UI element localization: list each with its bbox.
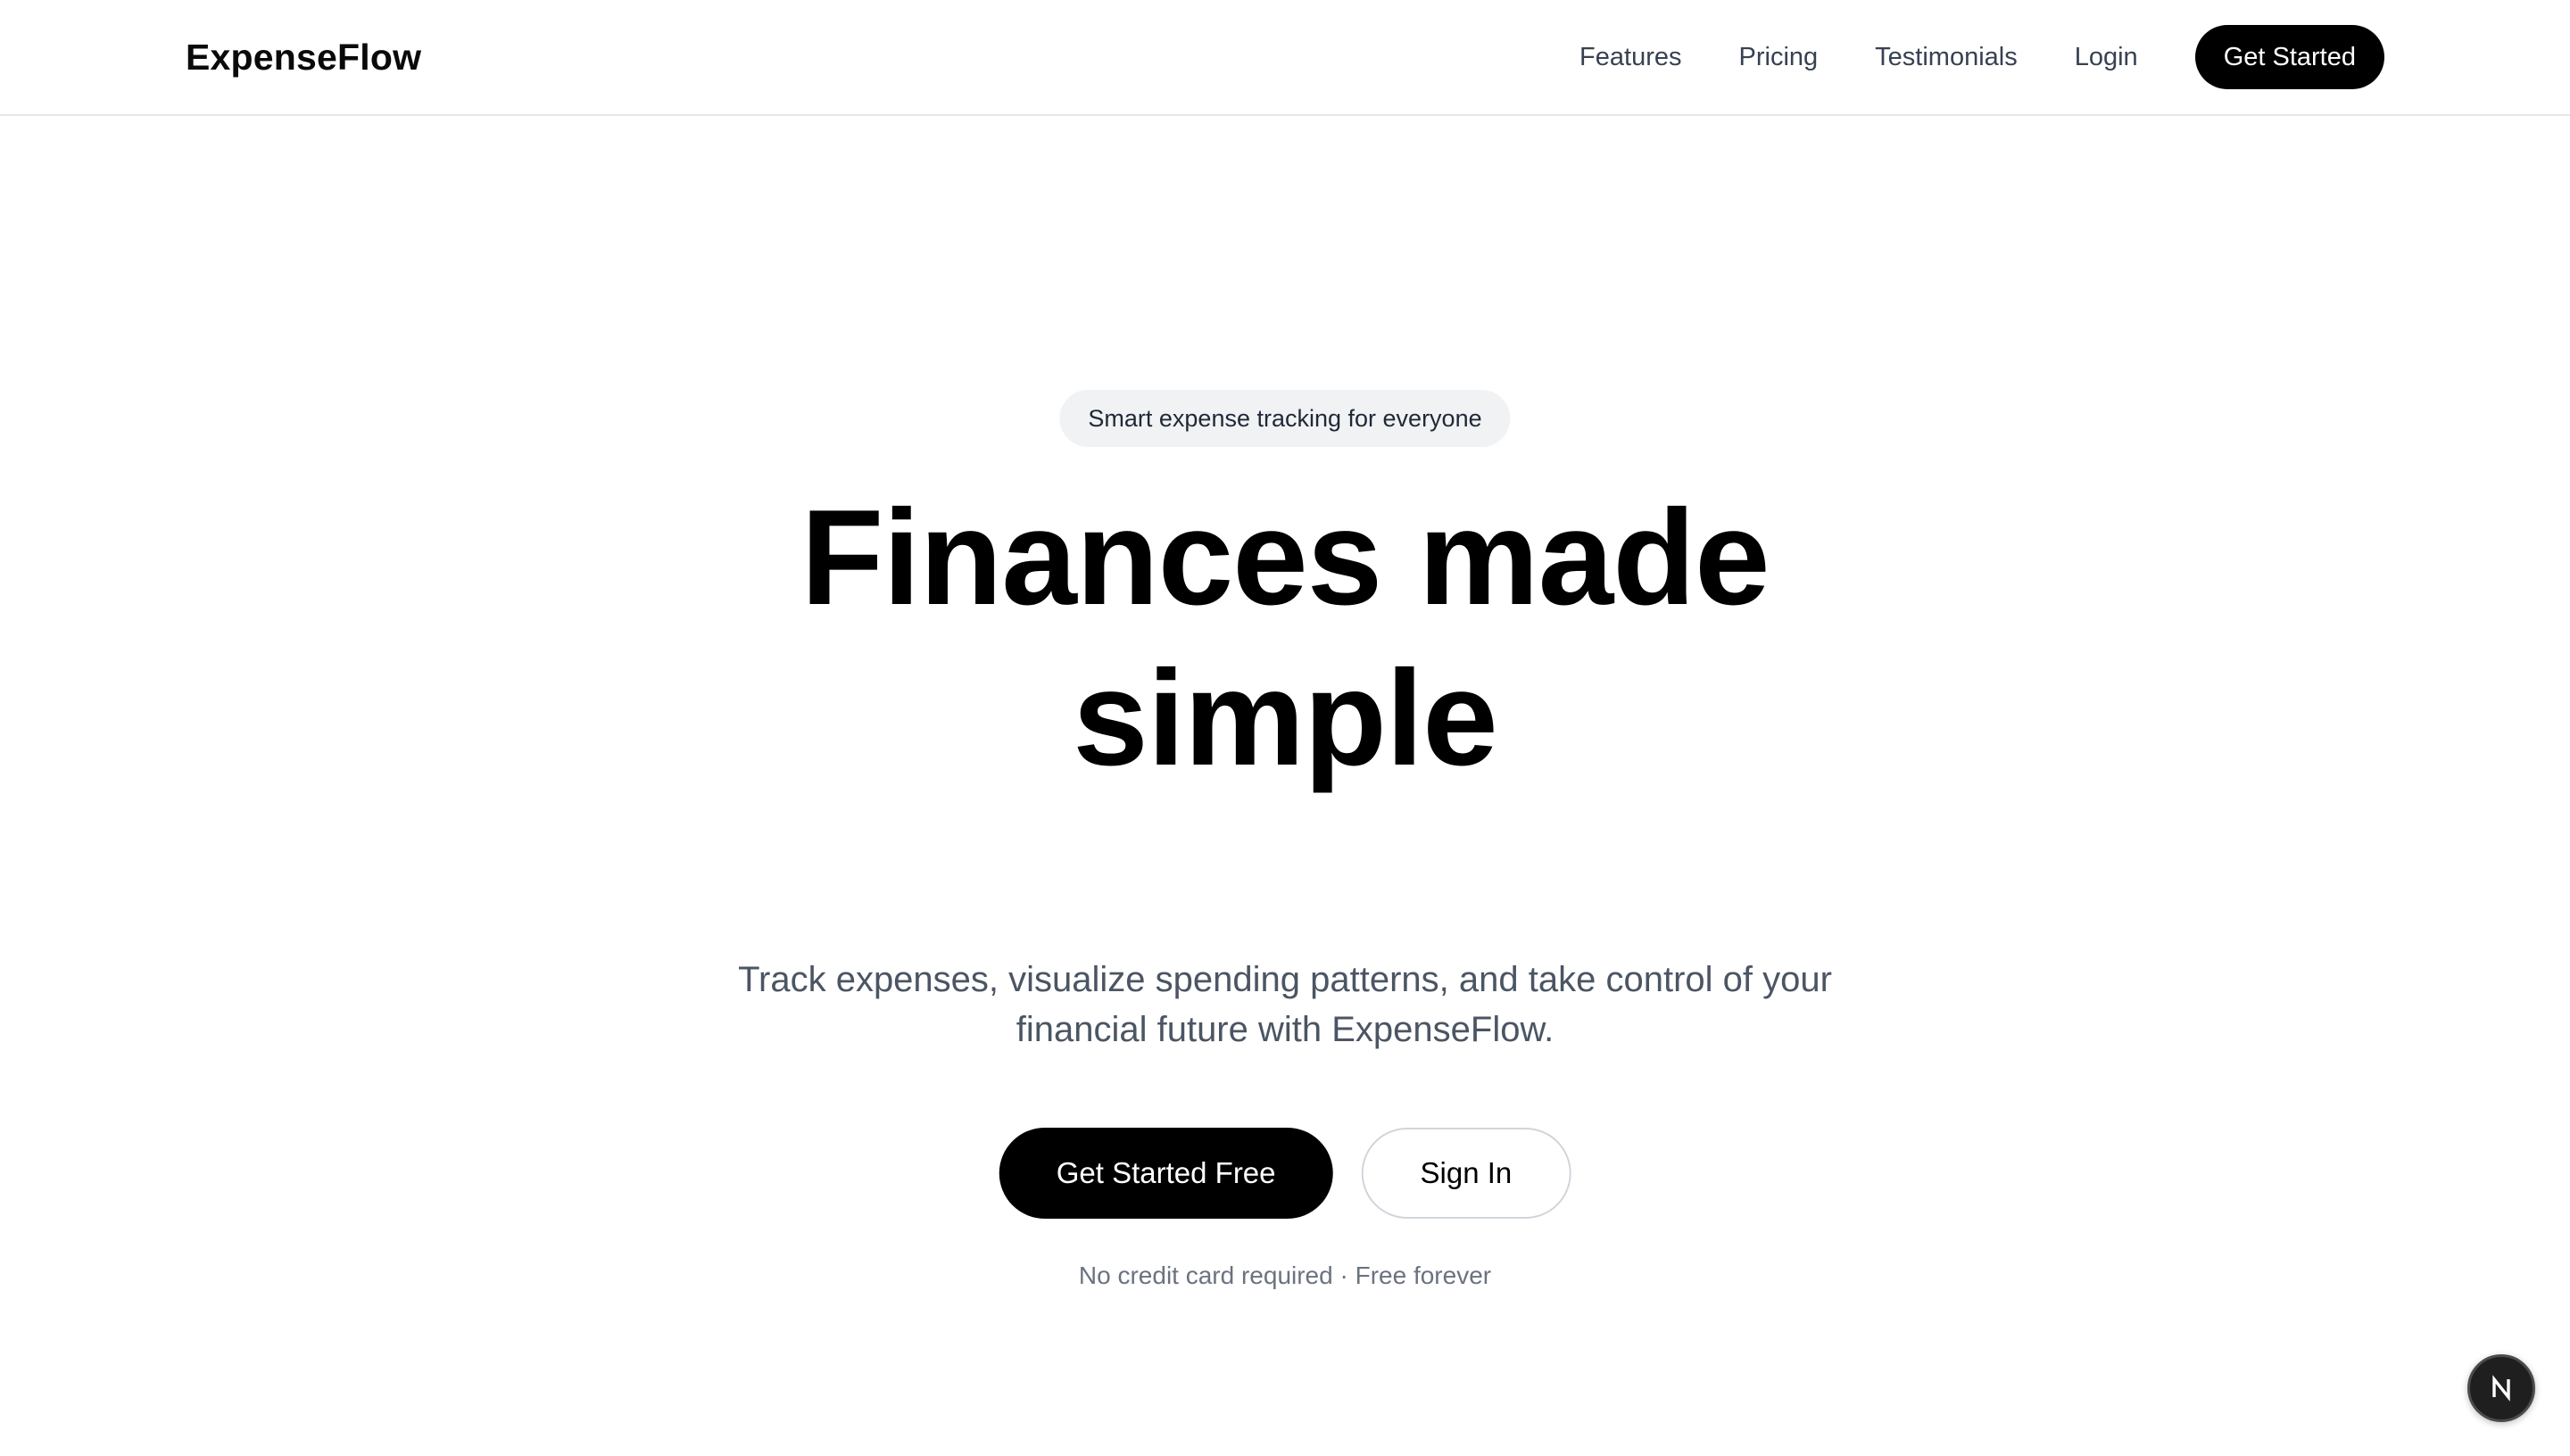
subheadline-line-1: Track expenses, visualize spending patte… — [738, 960, 1832, 999]
get-started-button[interactable]: Get Started — [2194, 25, 2384, 89]
nav-links: Features Pricing Testimonials Login Get … — [1579, 24, 2384, 90]
hero-headline: Finances made simple — [660, 477, 1910, 798]
top-navbar: ExpenseFlow Features Pricing Testimonial… — [0, 0, 2570, 116]
nav-link-testimonials[interactable]: Testimonials — [1875, 43, 2018, 72]
headline-line-1: Finances made — [800, 482, 1770, 633]
get-started-free-button[interactable]: Get Started Free — [999, 1128, 1333, 1219]
hero-fineprint: No credit card required · Free forever — [1078, 1262, 1492, 1289]
brand-logo[interactable]: ExpenseFlow — [186, 34, 421, 80]
nextjs-logo-icon — [2492, 1375, 2510, 1402]
headline-line-2: simple — [1073, 642, 1498, 794]
nav-link-login[interactable]: Login — [2075, 43, 2138, 72]
nav-link-features[interactable]: Features — [1579, 43, 1681, 72]
nextjs-dev-indicator[interactable] — [2467, 1354, 2535, 1422]
hero-subheadline: Track expenses, visualize spending patte… — [714, 955, 1856, 1055]
nav-link-pricing[interactable]: Pricing — [1739, 43, 1819, 72]
sign-in-button[interactable]: Sign In — [1361, 1128, 1571, 1219]
hero-badge: Smart expense tracking for everyone — [1059, 390, 1511, 447]
hero-cta-row: Get Started Free Sign In — [999, 1128, 1571, 1219]
subheadline-line-2: financial future with ExpenseFlow. — [1016, 1010, 1554, 1049]
